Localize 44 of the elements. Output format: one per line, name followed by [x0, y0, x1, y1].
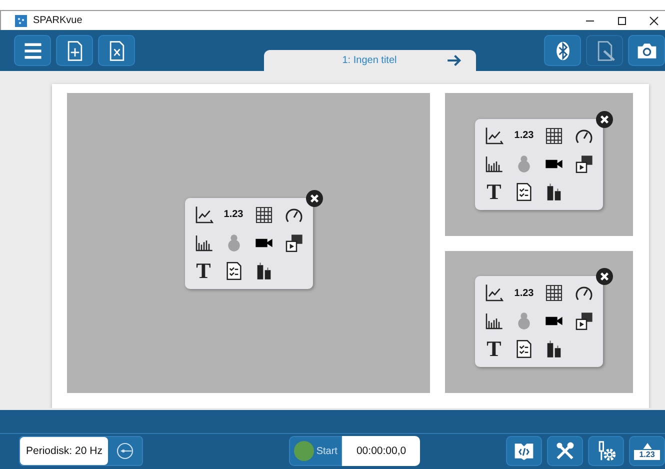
digits-button[interactable]: 1.23: [629, 436, 665, 466]
digits-tool[interactable]: 1.23: [514, 288, 534, 299]
toolbar-button[interactable]: [14, 35, 51, 66]
page-title: 1: Ingen titel: [342, 55, 397, 66]
tool-button[interactable]: [588, 436, 624, 466]
start-button[interactable]: Start: [289, 436, 342, 466]
line-graph-icon[interactable]: [484, 126, 504, 146]
checklist-icon[interactable]: [514, 339, 534, 360]
table-icon[interactable]: [544, 126, 564, 146]
media-icon[interactable]: [284, 232, 304, 253]
table-icon[interactable]: [544, 283, 564, 304]
line-graph-icon[interactable]: [484, 283, 504, 304]
sampling-control[interactable]: Periodisk: 20 Hz: [19, 436, 144, 466]
toolbar-button[interactable]: [544, 35, 581, 66]
media-icon[interactable]: [574, 311, 594, 332]
checklist-icon[interactable]: [224, 260, 244, 281]
app-logo-icon: [15, 14, 27, 27]
bar-chart-icon[interactable]: [484, 311, 504, 332]
checklist-icon[interactable]: [514, 182, 534, 202]
toolbar-button[interactable]: [98, 35, 135, 66]
maximize-icon[interactable]: [617, 16, 627, 26]
toolbar-button[interactable]: [628, 35, 665, 66]
window-title: SPARKvue: [33, 15, 82, 26]
bar-chart-icon[interactable]: [194, 232, 214, 253]
close-icon[interactable]: [306, 190, 322, 207]
close-icon[interactable]: [596, 268, 613, 286]
text-tool[interactable]: T: [486, 338, 502, 360]
media-icon[interactable]: [574, 154, 594, 174]
triangle-icon: [642, 442, 652, 449]
toolbar-button[interactable]: [56, 35, 93, 66]
bar-chart-icon[interactable]: [484, 154, 504, 174]
close-icon[interactable]: [649, 16, 659, 26]
text-tool[interactable]: T: [486, 180, 502, 203]
tool-button[interactable]: [506, 436, 542, 466]
timer-display: 00:00:00,0: [342, 436, 420, 466]
table-icon[interactable]: [254, 204, 274, 225]
close-icon[interactable]: [596, 110, 613, 128]
tool-button[interactable]: [547, 436, 583, 466]
text-tool[interactable]: T: [196, 260, 211, 282]
arrow-right-icon[interactable]: [446, 54, 462, 68]
sampling-rate: Periodisk: 20 Hz: [20, 437, 108, 466]
digits-tool[interactable]: 1.23: [514, 130, 534, 142]
line-graph-icon[interactable]: [194, 204, 214, 225]
digits-tool[interactable]: 1.23: [224, 209, 244, 220]
